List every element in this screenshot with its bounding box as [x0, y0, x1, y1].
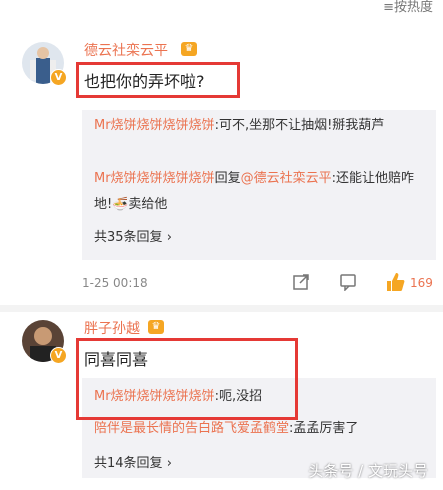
reply-box: Mr烧饼烧饼烧饼烧饼:可不,坐那不让抽烟!掰我葫芦 Mr烧饼烧饼烧饼烧饼回复@德…: [82, 110, 436, 260]
more-replies-link[interactable]: 共14条回复 ›: [94, 452, 172, 471]
verified-badge-icon: V: [50, 347, 67, 364]
chevron-right-icon: ›: [166, 230, 172, 245]
watermark: 头条号 / 文玩头号: [308, 462, 428, 480]
food-emoji-icon: 🍜: [112, 197, 129, 212]
reply-item[interactable]: Mr烧饼烧饼烧饼烧饼回复@德云社栾云平:还能让他赔咋地!🍜卖给他: [94, 166, 424, 218]
comment-text: 也把你的弄坏啦?: [84, 72, 205, 91]
highlight-box: [76, 338, 298, 420]
like-icon[interactable]: [384, 271, 406, 297]
comment-card: V 德云社栾云平 ♛ 也把你的弄坏啦? Mr烧饼烧饼烧饼烧饼:可不,坐那不让抽烟…: [0, 30, 443, 305]
reply-item[interactable]: Mr烧饼烧饼烧饼烧饼:可不,坐那不让抽烟!掰我葫芦: [94, 113, 424, 139]
sort-by-hot-link[interactable]: ≡按热度: [383, 0, 433, 15]
more-replies-link[interactable]: 共35条回复 ›: [94, 226, 172, 245]
share-icon[interactable]: [292, 273, 310, 295]
comment-icon[interactable]: [339, 273, 357, 295]
chevron-right-icon: ›: [166, 456, 172, 471]
vip-crown-icon: ♛: [181, 42, 197, 56]
username[interactable]: 胖子孙越: [84, 318, 140, 338]
username[interactable]: 德云社栾云平: [84, 40, 168, 60]
verified-badge-icon: V: [50, 69, 67, 86]
top-bar: ≡按热度: [0, 0, 443, 30]
vip-crown-icon: ♛: [148, 320, 164, 334]
timestamp: 1-25 00:18: [82, 276, 148, 290]
sort-icon: ≡: [383, 0, 394, 15]
like-count: 169: [410, 276, 433, 290]
